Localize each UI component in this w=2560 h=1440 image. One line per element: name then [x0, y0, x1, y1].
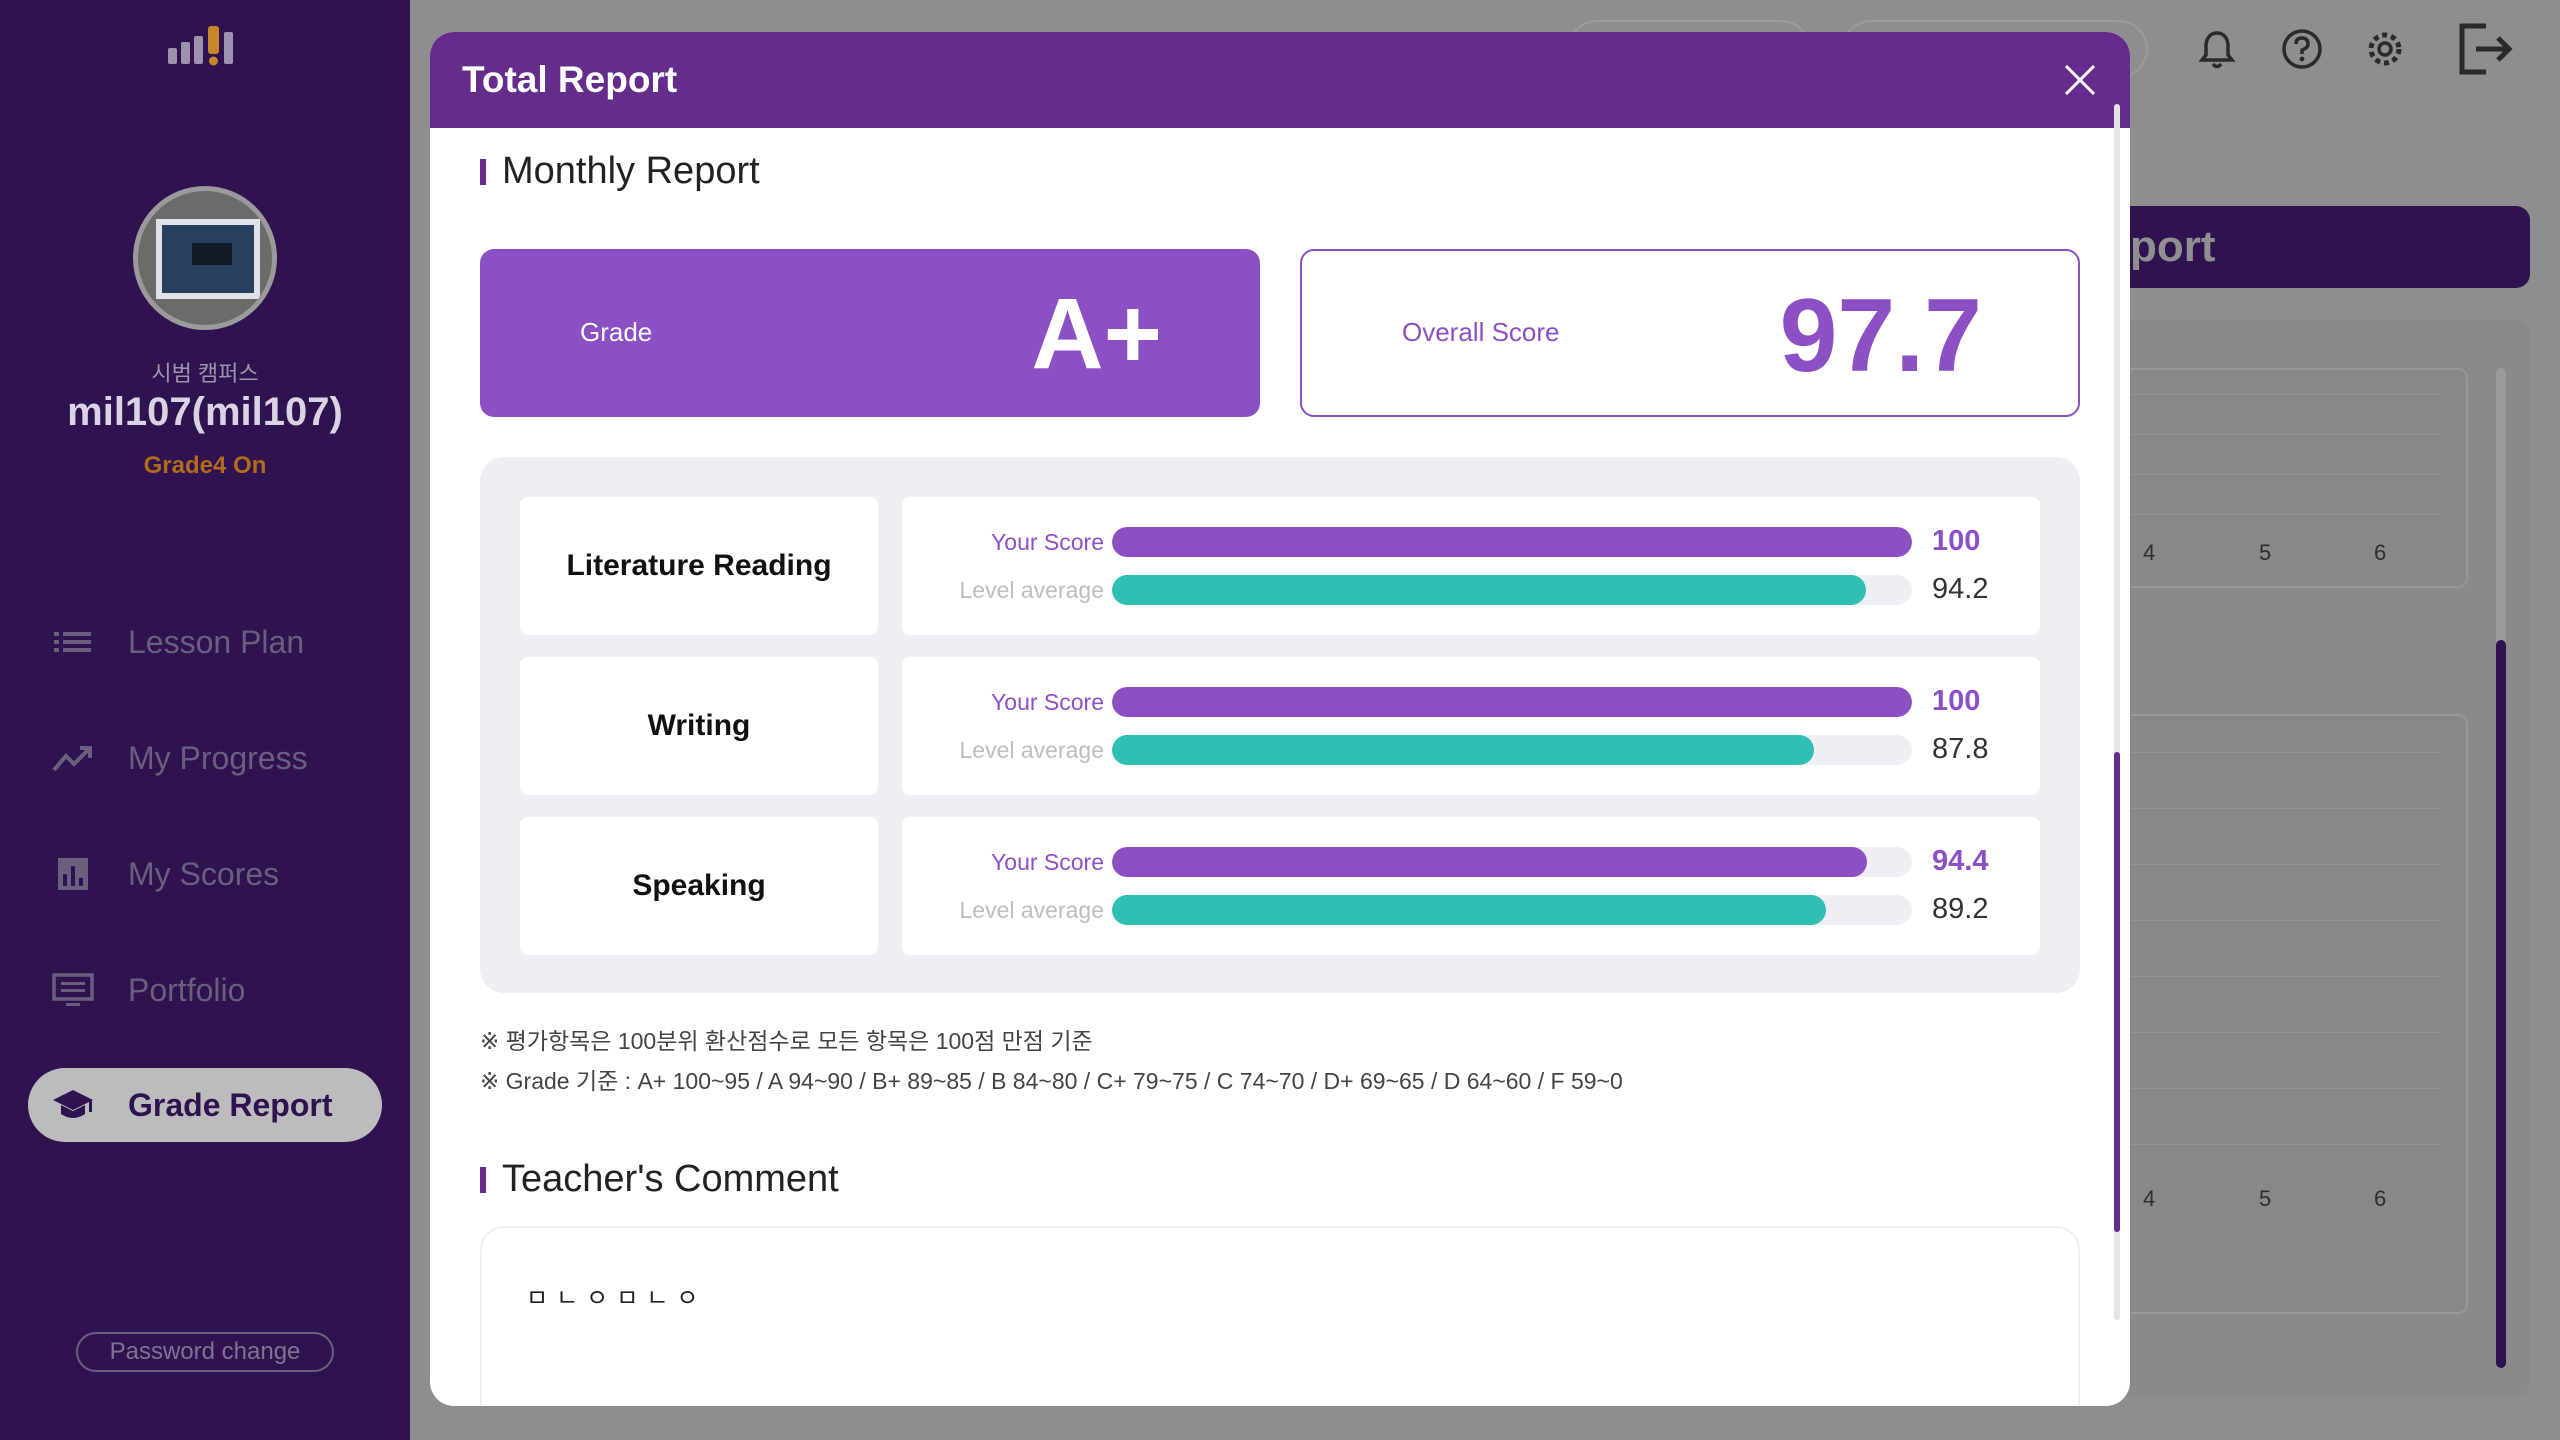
sidebar-item-label: Grade Report [128, 1086, 333, 1123]
subject-name: Speaking [520, 817, 878, 955]
tick-label: 5 [2259, 540, 2272, 565]
grade-status: Grade4 On [143, 452, 267, 479]
gear-icon[interactable] [2364, 28, 2406, 70]
your-score-bar [1112, 847, 1868, 877]
level-average-row: Level average 89.2 [902, 893, 2040, 925]
subject-name: Literature Reading [520, 497, 878, 635]
sidebar-item-lesson-plan[interactable]: Lesson Plan [28, 605, 382, 679]
grade-value: A+ [1031, 278, 1162, 390]
sidebar-item-grade-report[interactable]: Grade Report [28, 1068, 382, 1142]
level-average-value: 94.2 [1932, 573, 1989, 605]
modal-header: Total Report [430, 32, 2130, 128]
teacher-comment-text: ㅁㄴㅇㅁㄴㅇ [526, 1284, 707, 1312]
tick-label: 4 [2143, 1186, 2156, 1211]
level-average-label: Level average [959, 577, 1105, 603]
level-average-row: Level average 94.2 [902, 573, 2040, 605]
level-average-bar [1112, 575, 1866, 605]
your-score-value: 100 [1932, 525, 1981, 557]
monthly-report-heading: Monthly Report [480, 150, 760, 193]
score-bars: Your Score 100 Level average 87.8 [902, 657, 2040, 795]
overall-score-label: Overall Score [1402, 317, 1560, 347]
bar-chart-icon [58, 858, 88, 890]
avatar[interactable] [133, 186, 277, 330]
sidebar-item-my-progress[interactable]: My Progress [28, 721, 382, 795]
note-scoring: ※ 평가항목은 100분위 환산점수로 모든 항목은 100점 만점 기준 [480, 1028, 1093, 1054]
level-average-row: Level average 87.8 [902, 733, 2040, 765]
background-chart-bottom [2090, 714, 2468, 1314]
close-icon[interactable] [2062, 62, 2098, 98]
section-title: Monthly Report [502, 150, 760, 192]
bell-icon[interactable] [2196, 28, 2238, 70]
tick-label: 6 [2374, 540, 2387, 565]
level-average-bar [1112, 895, 1826, 925]
your-score-row: Your Score 100 [902, 685, 2040, 717]
sidebar-item-label: Lesson Plan [128, 623, 305, 660]
level-average-value: 89.2 [1932, 893, 1989, 925]
your-score-label: Your Score [991, 849, 1104, 875]
your-score-value: 94.4 [1932, 845, 1989, 877]
sidebar: 시범 캠퍼스 mil107(mil107) Grade4 On Lesson P… [0, 0, 410, 1440]
your-score-row: Your Score 100 [902, 525, 2040, 557]
your-score-bar [1112, 527, 1912, 557]
your-score-bar [1112, 687, 1912, 717]
level-average-label: Level average [959, 897, 1105, 923]
score-bars: Your Score 100 Level average 94.2 [902, 497, 2040, 635]
logout-icon[interactable] [2456, 20, 2514, 78]
tick-label: 4 [2143, 540, 2156, 565]
subject-name: Writing [520, 657, 878, 795]
modal-scrollbar[interactable] [2114, 104, 2120, 1320]
modal-body: Monthly Report Grade A+ Overall Score 97… [430, 128, 2130, 1406]
overall-score-value: 97.7 [1779, 278, 1982, 394]
subject-scores-panel: Literature Reading Your Score 100 Level … [480, 457, 2080, 993]
logo-icon [168, 26, 233, 66]
list-icon [54, 632, 91, 652]
modal-title: Total Report [462, 59, 678, 100]
score-bars: Your Score 94.4 Level average 89.2 [902, 817, 2040, 955]
level-average-label: Level average [959, 737, 1105, 763]
help-icon[interactable] [2281, 28, 2323, 70]
overall-score-card: Overall Score 97.7 [1300, 249, 2080, 417]
total-report-modal: Total Report Monthly Report Grade A+ Ove… [430, 32, 2130, 1406]
level-average-value: 87.8 [1932, 733, 1989, 765]
background-scrollbar[interactable] [2496, 368, 2506, 1368]
grade-card: Grade A+ [480, 249, 1260, 417]
trend-icon [52, 746, 92, 772]
your-score-value: 100 [1932, 685, 1981, 717]
your-score-label: Your Score [991, 529, 1104, 555]
level-average-bar [1112, 735, 1815, 765]
teacher-comment-box: ㅁㄴㅇㅁㄴㅇ [480, 1226, 2080, 1406]
user-name: mil107(mil107) [67, 390, 343, 434]
sidebar-item-label: My Progress [128, 739, 308, 776]
section-title: Teacher's Comment [502, 1158, 839, 1200]
your-score-label: Your Score [991, 689, 1104, 715]
tick-label: 5 [2259, 1186, 2272, 1211]
sidebar-item-label: My Scores [128, 855, 280, 892]
sidebar-item-portfolio[interactable]: Portfolio [28, 953, 382, 1027]
monitor-icon [52, 973, 94, 1006]
password-change-button[interactable]: Password change [76, 1332, 334, 1372]
your-score-row: Your Score 94.4 [902, 845, 2040, 877]
campus-name: 시범 캠퍼스 [151, 361, 259, 386]
grade-label: Grade [580, 317, 653, 347]
teacher-comment-heading: Teacher's Comment [480, 1158, 839, 1201]
sidebar-item-label: Portfolio [128, 971, 246, 1008]
sidebar-item-my-scores[interactable]: My Scores [28, 837, 382, 911]
graduation-cap-icon [53, 1090, 93, 1118]
note-grade-scale: ※ Grade 기준 : A+ 100~95 / A 94~90 / B+ 89… [480, 1068, 1623, 1094]
tick-label: 6 [2374, 1186, 2387, 1211]
